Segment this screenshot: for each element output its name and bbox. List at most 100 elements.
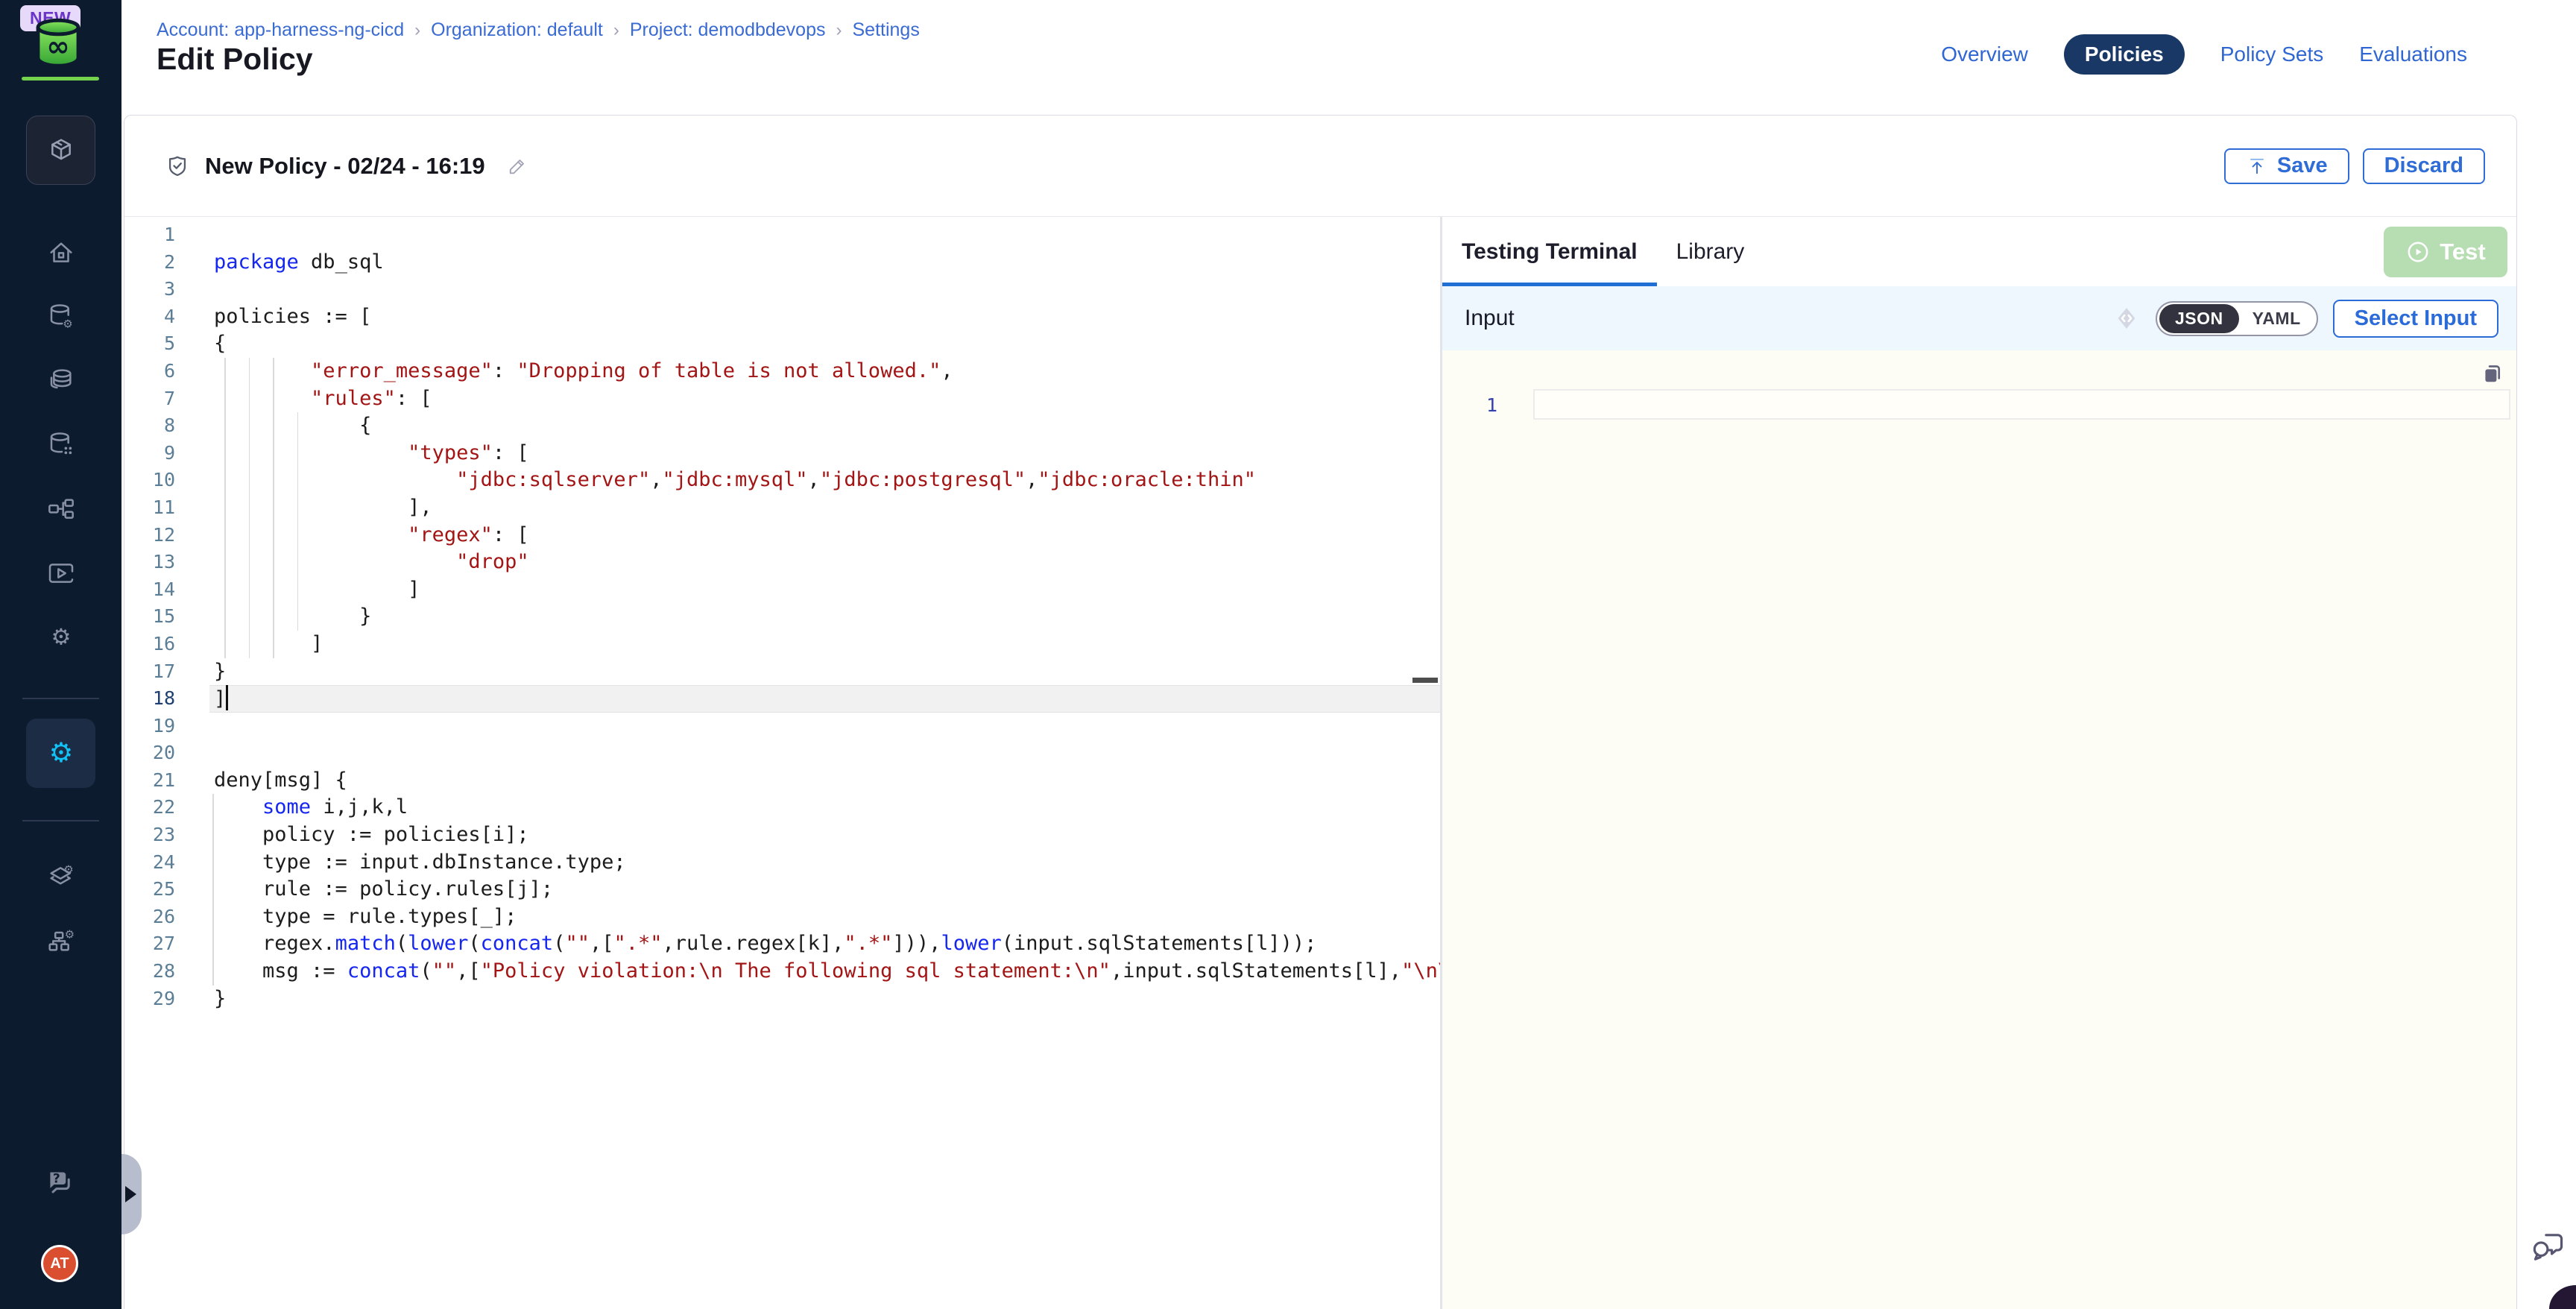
chat-bubbles-icon[interactable]: [2528, 1227, 2569, 1267]
code-editor[interactable]: 12package db_sql34 policies := [5{6 "erro…: [124, 217, 1440, 1309]
code-line[interactable]: 12 "regex": [: [124, 522, 1440, 549]
code-line[interactable]: 4 policies := [: [124, 303, 1440, 331]
code-line[interactable]: 28 msg := concat("",["Policy violation:\…: [124, 958, 1440, 985]
format-option-json[interactable]: JSON: [2159, 304, 2239, 333]
tab-evaluations[interactable]: Evaluations: [2359, 42, 2467, 66]
line-number: 19: [124, 713, 175, 740]
code-text: ]: [214, 576, 420, 604]
code-line[interactable]: 3: [124, 276, 1440, 303]
line-number: 9: [124, 440, 175, 467]
code-line[interactable]: 22 some i,j,k,l: [124, 794, 1440, 821]
code-line[interactable]: 24 type := input.dbInstance.type;: [124, 849, 1440, 877]
code-text: "types": [: [214, 440, 529, 467]
code-line[interactable]: 8 {: [124, 412, 1440, 440]
code-text: policies := [: [214, 303, 371, 331]
code-line[interactable]: 26 type = rule.types[_];: [124, 903, 1440, 931]
line-number: 23: [124, 821, 175, 849]
overview-ruler-cursor-mark: [1412, 678, 1438, 683]
sidebar-item-settings-active[interactable]: ⚙: [26, 719, 95, 788]
line-number: 4: [124, 303, 175, 331]
code-text: "rules": [: [214, 385, 432, 413]
code-text: {: [214, 330, 226, 358]
code-line[interactable]: 21deny[msg] {: [124, 767, 1440, 795]
code-line[interactable]: 11 ],: [124, 494, 1440, 522]
code-line[interactable]: 13 "drop": [124, 549, 1440, 576]
sidebar-divider: [22, 820, 99, 821]
sidebar-item-network-gear-icon[interactable]: ⚙: [45, 924, 78, 957]
code-line[interactable]: 20: [124, 739, 1440, 767]
code-line[interactable]: 16 ]: [124, 631, 1440, 658]
sidebar-module-selector[interactable]: [26, 116, 95, 185]
shield-check-icon: [165, 154, 190, 179]
tab-overview[interactable]: Overview: [1941, 42, 2028, 66]
code-line[interactable]: 17}: [124, 658, 1440, 686]
tab-policy-sets[interactable]: Policy Sets: [2220, 42, 2324, 66]
sidebar-item-database-stack-icon[interactable]: [45, 365, 78, 397]
code-line[interactable]: 9 "types": [: [124, 440, 1440, 467]
code-line[interactable]: 27 regex.match(lower(concat("",[".*",rul…: [124, 930, 1440, 958]
sidebar-item-executions-icon[interactable]: [45, 557, 78, 590]
avatar[interactable]: AT: [41, 1245, 78, 1282]
discard-button[interactable]: Discard: [2363, 148, 2485, 184]
code-diamond-icon: [2112, 304, 2141, 332]
breadcrumb-link[interactable]: Project: demodbdevops: [630, 19, 826, 41]
code-line[interactable]: 14 ]: [124, 576, 1440, 604]
select-input-button[interactable]: Select Input: [2333, 300, 2498, 338]
panel-tab-library[interactable]: Library: [1657, 217, 1764, 286]
test-button[interactable]: Test: [2384, 227, 2507, 277]
copy-icon[interactable]: [2479, 361, 2506, 388]
save-button[interactable]: Save: [2224, 148, 2349, 184]
line-number: 7: [124, 385, 175, 413]
code-line[interactable]: 19: [124, 713, 1440, 740]
sidebar-item-home-icon[interactable]: [45, 236, 78, 269]
code-text: "drop": [214, 549, 529, 576]
sidebar-item-gear-icon[interactable]: ⚙: [45, 621, 78, 654]
code-line[interactable]: 23 policy := policies[i];: [124, 821, 1440, 849]
code-line[interactable]: 5{: [124, 330, 1440, 358]
format-option-yaml[interactable]: YAML: [2239, 304, 2314, 333]
chat-widget-corner[interactable]: [2549, 1285, 2576, 1309]
code-text: ]: [214, 685, 228, 713]
harness-dbops-logo-icon[interactable]: ∞: [31, 18, 85, 66]
sidebar-item-database-instances-icon[interactable]: [45, 429, 78, 461]
code-line[interactable]: 6 "error_message": "Dropping of table is…: [124, 358, 1440, 385]
breadcrumb-link[interactable]: Settings: [853, 19, 920, 41]
policy-editor-card: New Policy - 02/24 - 16:19 Save Discard …: [124, 115, 2517, 1309]
cube-icon: [46, 136, 76, 165]
code-text: some i,j,k,l: [214, 794, 408, 821]
svg-text:⚙: ⚙: [63, 317, 72, 330]
code-text: type = rule.types[_];: [214, 903, 517, 931]
sidebar-expand-handle[interactable]: [121, 1154, 142, 1234]
code-text: regex.match(lower(concat("",[".*",rule.r…: [214, 930, 1316, 958]
line-number: 22: [124, 794, 175, 821]
line-number: 1: [124, 221, 175, 249]
breadcrumb-link[interactable]: Account: app-harness-ng-cicd: [157, 19, 404, 41]
pencil-icon[interactable]: [506, 155, 528, 177]
code-line[interactable]: 1: [124, 221, 1440, 249]
code-text: }: [214, 985, 226, 1013]
code-line[interactable]: 25 rule := policy.rules[j];: [124, 876, 1440, 903]
help-chat-icon[interactable]: ?: [42, 1164, 79, 1202]
code-text: ],: [214, 494, 432, 522]
code-line[interactable]: 15 }: [124, 603, 1440, 631]
code-line[interactable]: 2package db_sql: [124, 249, 1440, 277]
code-editor-lines: 12package db_sql34 policies := [5{6 "erro…: [124, 221, 1440, 1012]
line-number: 20: [124, 739, 175, 767]
code-line[interactable]: 10 "jdbc:sqlserver","jdbc:mysql","jdbc:p…: [124, 467, 1440, 494]
sidebar-item-database-gear-icon[interactable]: ⚙: [45, 300, 78, 333]
code-line[interactable]: 29}: [124, 985, 1440, 1013]
breadcrumb-link[interactable]: Organization: default: [431, 19, 603, 41]
code-line[interactable]: 18]: [124, 685, 1440, 713]
panel-tab-testing-terminal[interactable]: Testing Terminal: [1442, 217, 1657, 286]
breadcrumb: Account: app-harness-ng-cicd›Organizatio…: [157, 19, 920, 41]
input-active-line[interactable]: [1533, 389, 2510, 420]
upload-icon: [2246, 155, 2268, 177]
play-circle-icon: [2405, 239, 2431, 265]
tab-policies[interactable]: Policies: [2064, 34, 2185, 75]
input-editor[interactable]: 1: [1442, 350, 2516, 1309]
input-line-number: 1: [1472, 394, 1497, 416]
svg-text:⚙: ⚙: [64, 928, 74, 941]
sidebar-item-pipeline-icon[interactable]: [45, 493, 78, 526]
code-line[interactable]: 7 "rules": [: [124, 385, 1440, 413]
sidebar-item-layers-gear-icon[interactable]: ⚙: [45, 860, 78, 893]
